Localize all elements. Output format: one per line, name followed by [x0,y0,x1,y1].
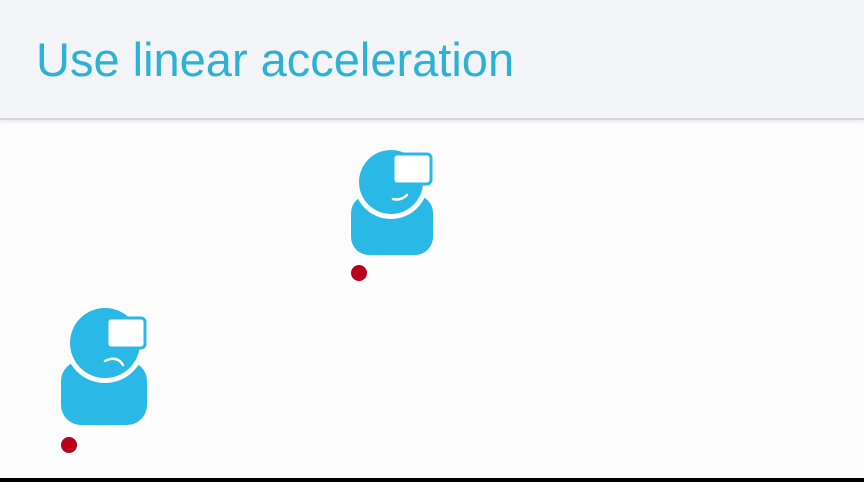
slide-title: Use linear acceleration [36,33,515,86]
vr-user-icon-upper [349,137,439,257]
position-dot-lower [61,437,77,453]
slide: Use linear acceleration [0,0,864,478]
position-dot-upper [351,265,367,281]
slide-header: Use linear acceleration [0,0,864,120]
vr-user-icon-lower [59,299,151,427]
